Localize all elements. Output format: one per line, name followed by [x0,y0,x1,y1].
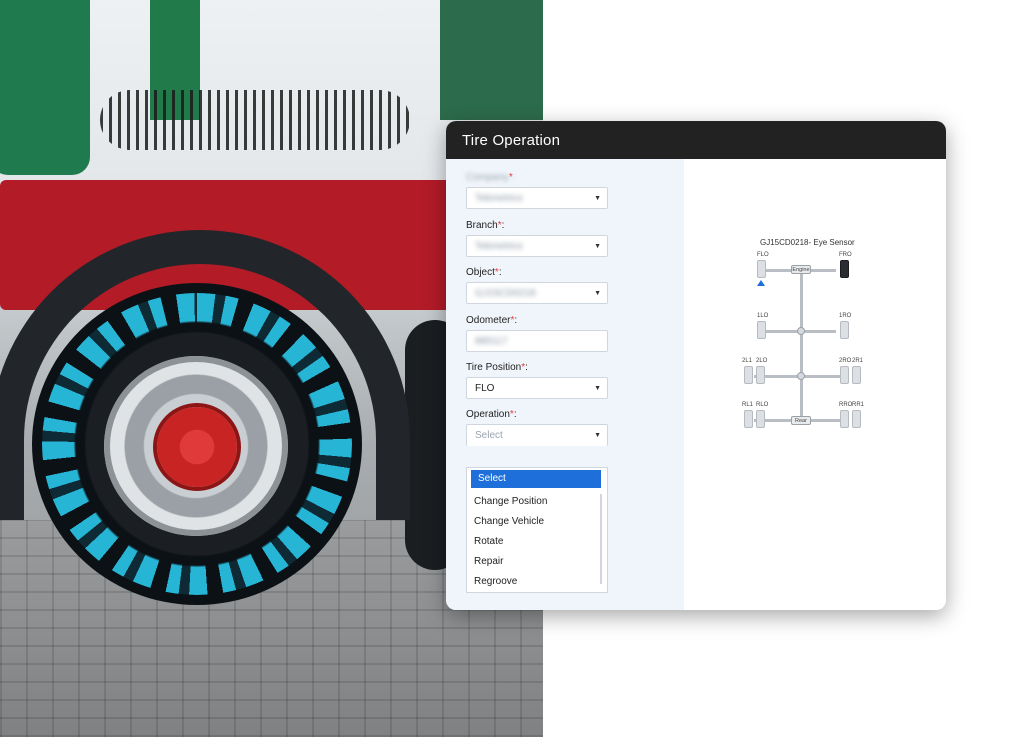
wheel-fro[interactable] [840,260,849,278]
branch-label: Branch*: [466,220,505,231]
chevron-down-icon: ▼ [594,384,601,392]
wheel-hub [157,407,237,487]
wheel-2r1[interactable] [852,366,861,384]
tire-position-select[interactable]: FLO ▼ [466,377,608,399]
chevron-down-icon: ▼ [594,242,601,250]
selected-position-marker [757,280,765,286]
rear-hub: Rear [791,416,811,425]
company-label: Company*: [466,172,516,183]
operation-field: Operation*: Select ▼ [466,409,608,446]
chevron-down-icon: ▼ [594,432,601,439]
tire-position-label: Tire Position*: [466,362,528,373]
coiled-air-hose [100,90,410,150]
wheel-label-flo: FLO [757,252,769,258]
tire-layout-diagram: GJ15CD0218- Eye Sensor FLO FRO Engine 1L… [684,159,946,610]
odometer-field: Odometer*: 885117 [466,315,608,352]
company-select[interactable]: Tekmetrics ▼ [466,187,608,209]
wheel-rro[interactable] [840,410,849,428]
operation-label: Operation*: [466,409,517,420]
dropdown-option-change-vehicle[interactable]: Change Vehicle [467,512,607,532]
front-hub: Engine [791,265,811,274]
company-field: Company*: Tekmetrics ▼ [466,172,608,209]
panel-header: Tire Operation [446,121,946,159]
wheel-label-2ro: 2RO [839,358,852,364]
panel-body: Company*: Tekmetrics ▼ Branch*: Tekmetri… [446,159,946,610]
chassis-spine [800,269,803,419]
wheel-1lo[interactable] [757,321,766,339]
wheel-label-rro: RRO [839,402,853,408]
dropdown-option-regroove[interactable]: Regroove [467,572,607,592]
truck-cab-machinery [440,0,543,120]
axle-1-joint [797,327,805,335]
wheel-2l1[interactable] [744,366,753,384]
wheel-label-rl1: RL1 [742,402,754,408]
panel-title: Tire Operation [462,131,561,149]
operation-form: Company*: Tekmetrics ▼ Branch*: Tekmetri… [446,159,684,610]
dropdown-option-repair[interactable]: Repair [467,552,607,572]
object-field: Object*: GJ15CD0218 ▼ [466,267,608,304]
tire-position-field: Tire Position*: FLO ▼ [466,362,608,399]
axle-2-joint [797,372,805,380]
branch-field: Branch*: Tekmetrics ▼ [466,220,608,257]
dropdown-scrollbar[interactable] [600,494,602,584]
wheel-flo[interactable] [757,260,766,278]
wheel-2ro[interactable] [840,366,849,384]
dropdown-option-change-position[interactable]: Change Position [467,492,607,512]
green-tank [0,0,90,175]
chevron-down-icon: ▼ [594,289,601,297]
wheel-label-2lo: 2LO [756,358,768,364]
tire-operation-panel: Tire Operation Company*: Tekmetrics ▼ Br… [446,121,946,610]
wheel-label-1lo: 1LO [757,313,769,319]
chevron-down-icon: ▼ [594,194,601,202]
wheel-rr1[interactable] [852,410,861,428]
object-label: Object*: [466,267,502,278]
operation-select[interactable]: Select ▼ [466,424,608,446]
wheel-2lo[interactable] [756,366,765,384]
wheel-label-2r1: 2R1 [852,358,864,364]
dropdown-option-select[interactable]: Select [471,470,601,488]
wheel-rlo[interactable] [756,410,765,428]
wheel-label-2l1: 2L1 [742,358,753,364]
wheel-label-rr1: RR1 [852,402,865,408]
branch-select[interactable]: Tekmetrics ▼ [466,235,608,257]
object-select[interactable]: GJ15CD0218 ▼ [466,282,608,304]
wheel-label-1ro: 1RO [839,313,852,319]
odometer-input[interactable]: 885117 [466,330,608,352]
odometer-label: Odometer*: [466,315,518,326]
wheel-1ro[interactable] [840,321,849,339]
wheel-rl1[interactable] [744,410,753,428]
diagram-title: GJ15CD0218- Eye Sensor [760,238,855,247]
wheel-label-fro: FRO [839,252,852,258]
wheel-label-rlo: RLO [756,402,769,408]
dropdown-option-rotate[interactable]: Rotate [467,532,607,552]
operation-dropdown-menu: Select Change Position Change Vehicle Ro… [466,467,608,593]
